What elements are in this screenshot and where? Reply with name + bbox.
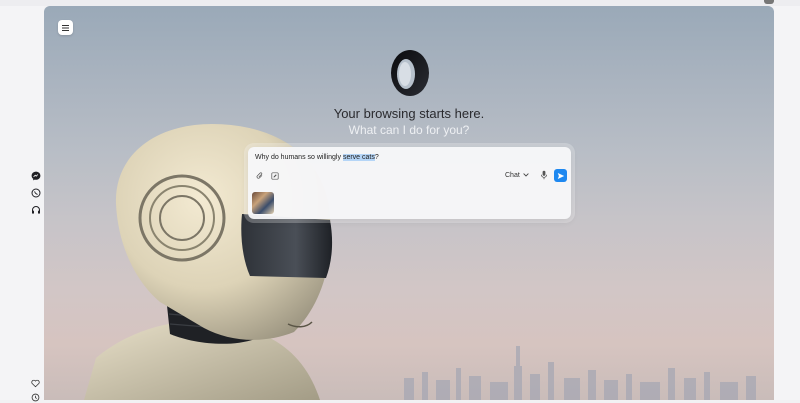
attach-button[interactable] <box>255 171 264 180</box>
send-icon <box>557 172 564 179</box>
menu-button[interactable] <box>58 20 73 35</box>
sidebar <box>0 6 44 403</box>
mode-label: Chat <box>505 171 520 179</box>
page-headline: Your browsing starts here. <box>333 106 485 121</box>
mode-dropdown[interactable]: Chat <box>505 169 529 181</box>
browser-logo-icon <box>391 50 429 96</box>
edit-icon <box>270 171 279 180</box>
chat-prompt-input[interactable]: Why do humans so willingly serve cats? <box>255 154 379 161</box>
prompt-text: Why do humans so willingly <box>255 154 343 161</box>
right-edge <box>774 6 800 400</box>
profile-avatar[interactable] <box>764 0 774 4</box>
start-page: Your browsing starts here. What can I do… <box>44 6 774 400</box>
prompt-selected-text: serve cats <box>342 154 375 161</box>
heart-icon[interactable] <box>30 378 41 389</box>
attached-image-thumbnail[interactable] <box>252 192 274 214</box>
clock-icon[interactable] <box>30 392 41 403</box>
whatsapp-icon[interactable] <box>30 187 41 198</box>
prompt-text-end: ? <box>374 154 379 161</box>
headphones-icon[interactable] <box>30 204 41 215</box>
paperclip-icon <box>256 171 262 179</box>
chevron-down-icon <box>523 173 529 177</box>
microphone-icon[interactable] <box>540 170 548 180</box>
chat-input-box: Why do humans so willingly serve cats? C… <box>248 147 571 219</box>
menu-icon <box>62 24 69 31</box>
messenger-icon[interactable] <box>30 170 41 181</box>
edit-button[interactable] <box>270 171 279 180</box>
page-subheadline: What can I do for you? <box>348 123 470 137</box>
send-button[interactable] <box>554 169 567 182</box>
